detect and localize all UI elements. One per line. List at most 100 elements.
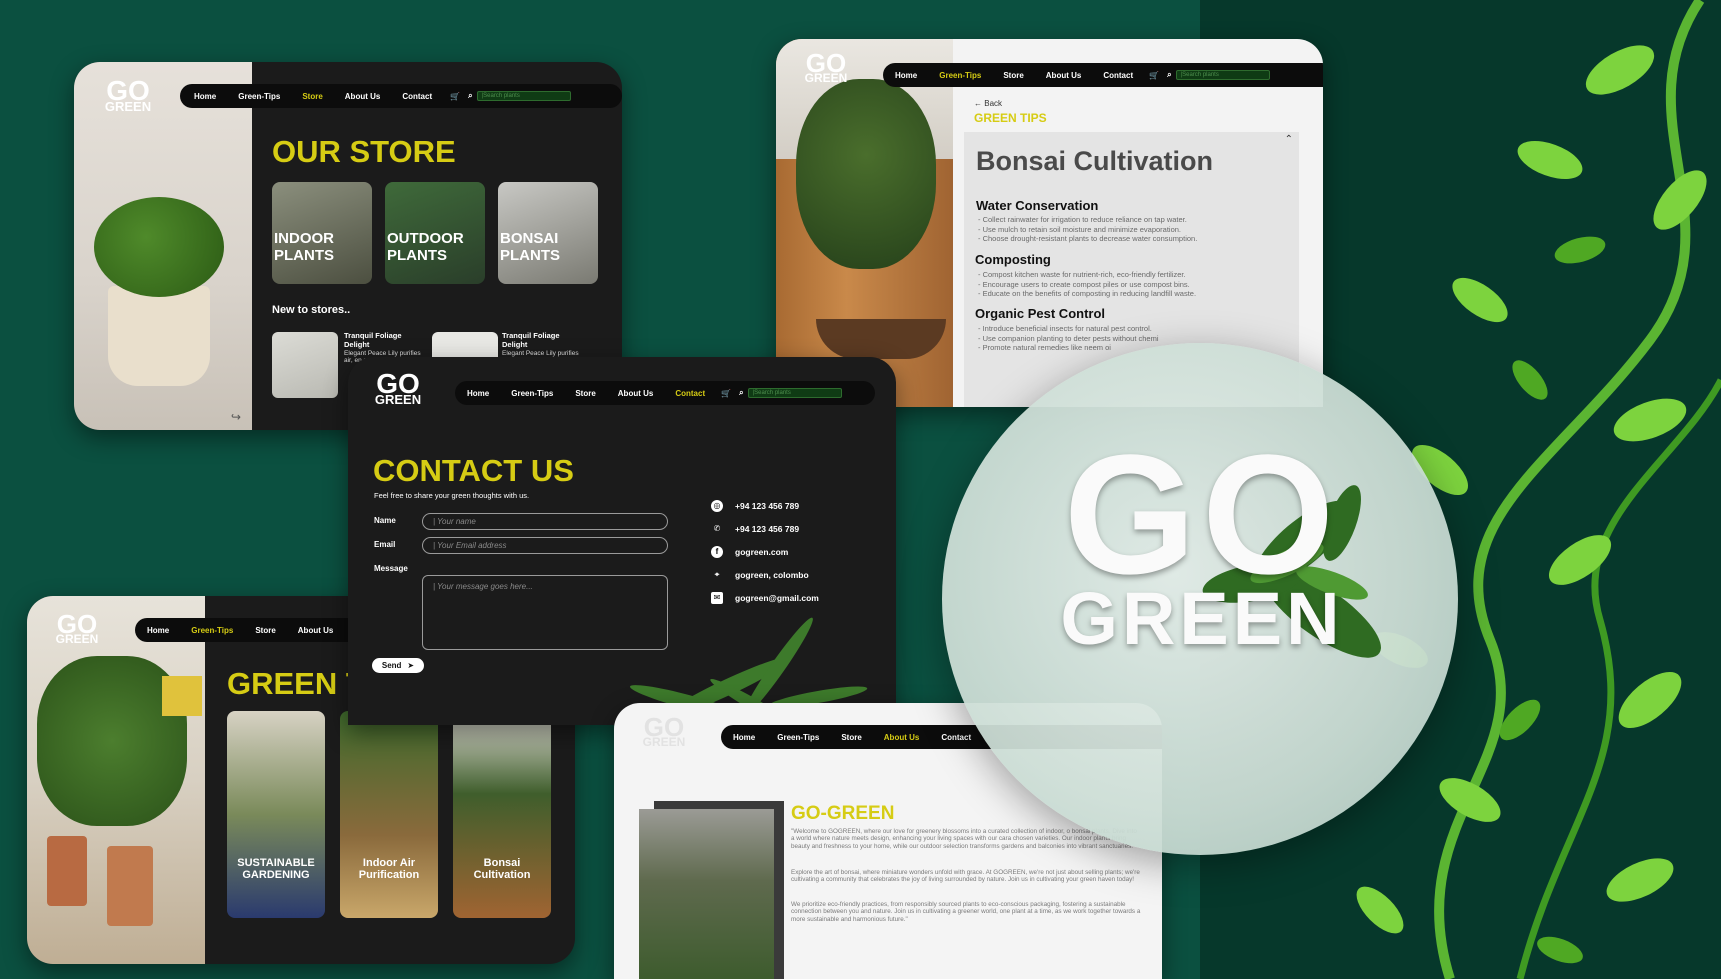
contact-info-location[interactable]: ⌖ gogreen, colombo	[711, 569, 809, 581]
store-navbar: Home Green-Tips Store About Us Contact 🛒…	[180, 84, 622, 108]
cart-icon[interactable]: 🛒	[450, 92, 460, 101]
email-label: Email	[374, 540, 396, 549]
logo[interactable]: GO GREEN	[98, 76, 158, 113]
nav-store[interactable]: Store	[841, 733, 861, 742]
search-input[interactable]: |Search plants	[747, 388, 842, 398]
contact-navbar: Home Green-Tips Store About Us Contact 🛒…	[455, 381, 875, 405]
nav-store[interactable]: Store	[1003, 71, 1023, 80]
bullet: - Use mulch to retain soil moisture and …	[978, 224, 1182, 234]
send-button[interactable]: Send ➤	[372, 658, 424, 673]
logo[interactable]: GO GREEN	[636, 714, 692, 747]
plant-pot	[108, 286, 210, 386]
nav-home[interactable]: Home	[194, 92, 216, 101]
bullet: - Educate on the benefits of composting …	[978, 289, 1197, 298]
product-name[interactable]: Tranquil Foliage Delight	[344, 331, 414, 349]
big-logo-top: GO	[1063, 420, 1341, 610]
back-label: Back	[984, 99, 1003, 108]
section-heading: Composting	[975, 252, 1051, 267]
nav-contact[interactable]: Contact	[402, 92, 432, 101]
nav-home[interactable]: Home	[733, 733, 755, 742]
contact-info-phone[interactable]: ✆ +94 123 456 789	[711, 523, 799, 535]
search-icon[interactable]: ⌕	[1167, 70, 1171, 80]
tip-card-sustainable-gardening[interactable]: SUSTAINABLE GARDENING	[227, 711, 325, 918]
contact-info-text: +94 123 456 789	[735, 524, 800, 534]
nav-store[interactable]: Store	[255, 626, 275, 635]
product-name[interactable]: Tranquil Foliage Delight	[502, 331, 572, 349]
whatsapp-icon: ◎	[711, 500, 723, 512]
bullet: - Introduce beneficial insects for natur…	[978, 324, 1152, 333]
search-icon[interactable]: ⌕	[739, 388, 743, 398]
send-arrow-icon: ➤	[407, 661, 415, 670]
nav-contact[interactable]: Contact	[675, 389, 705, 398]
logo[interactable]: GO GREEN	[49, 611, 105, 644]
tile-indoor-plants[interactable]: INDOOR PLANTS	[272, 182, 372, 284]
bullet-list: - Introduce beneficial insects for natur…	[978, 324, 1159, 353]
logo[interactable]: GO GREEN	[370, 369, 426, 406]
name-field[interactable]: | Your name	[422, 513, 668, 530]
name-label: Name	[374, 516, 396, 525]
nav-store[interactable]: Store	[575, 389, 595, 398]
send-label: Send	[381, 661, 402, 670]
facebook-icon: f	[711, 546, 723, 558]
tips-list-title: GREEN T	[227, 666, 365, 701]
bullet-list: - Collect rainwater for irrigation to re…	[978, 215, 1197, 244]
section-heading: Water Conservation	[976, 198, 1099, 213]
store-hero-photo: ↪	[74, 62, 252, 430]
bonsai-pot	[816, 319, 946, 359]
bullet-list: - Compost kitchen waste for nutrient-ric…	[978, 270, 1196, 299]
contact-info-email[interactable]: ✉ gogreen@gmail.com	[711, 592, 819, 604]
store-title: OUR STORE	[272, 134, 456, 169]
nav-about-us[interactable]: About Us	[884, 733, 920, 742]
tile-outdoor-plants[interactable]: OUTDOOR PLANTS	[385, 182, 485, 284]
nav-about-us[interactable]: About Us	[298, 626, 334, 635]
tile-bonsai-plants[interactable]: BONSAI PLANTS	[498, 182, 598, 284]
search-input[interactable]: |Search plants	[476, 91, 571, 101]
pot	[107, 846, 153, 926]
nav-about-us[interactable]: About Us	[618, 389, 654, 398]
nav-green-tips[interactable]: Green-Tips	[191, 626, 233, 635]
tip-card-indoor-air-purification[interactable]: Indoor Air Purification	[340, 711, 438, 918]
bullet: - Choose drought-resistant plants to dec…	[978, 234, 1198, 243]
cabinet	[162, 676, 202, 716]
nav-contact[interactable]: Contact	[1103, 71, 1133, 80]
nav-home[interactable]: Home	[467, 389, 489, 398]
bonsai-photo	[776, 39, 953, 407]
about-paragraph: "Welcome to GOGREEN, where our love for …	[791, 828, 1137, 850]
nav-about-us[interactable]: About Us	[1046, 71, 1082, 80]
product-image[interactable]	[272, 332, 338, 398]
cart-icon[interactable]: 🛒	[1149, 71, 1159, 80]
mail-icon: ✉	[711, 592, 723, 604]
contact-info-whatsapp[interactable]: ◎ +94 123 456 789	[711, 500, 799, 512]
nav-contact[interactable]: Contact	[941, 733, 971, 742]
email-field[interactable]: | Your Email address	[422, 537, 668, 554]
search-input[interactable]: |Search plants	[1175, 70, 1270, 80]
contact-info-text: gogreen.com	[735, 547, 789, 557]
contact-page-card: GO GREEN Home Green-Tips Store About Us …	[348, 357, 896, 725]
bullet: - Compost kitchen waste for nutrient-ric…	[978, 270, 1186, 279]
tips-title: Bonsai Cultivation	[976, 146, 1214, 176]
collapse-icon[interactable]: ⌃	[1285, 134, 1293, 145]
share-arrow-icon[interactable]: ↪	[231, 410, 241, 424]
contact-info-text: +94 123 456 789	[735, 501, 800, 511]
tip-card-bonsai-cultivation[interactable]: Bonsai Cultivation	[453, 711, 551, 918]
search-icon[interactable]: ⌕	[468, 91, 472, 101]
nav-green-tips[interactable]: Green-Tips	[777, 733, 819, 742]
contact-info-facebook[interactable]: f gogreen.com	[711, 546, 788, 558]
nav-green-tips[interactable]: Green-Tips	[939, 71, 981, 80]
nav-home[interactable]: Home	[895, 71, 917, 80]
contact-title: CONTACT US	[373, 453, 574, 488]
section-heading: Organic Pest Control	[975, 306, 1106, 321]
nav-store[interactable]: Store	[302, 92, 322, 101]
logo[interactable]: GO GREEN	[798, 50, 854, 83]
nav-green-tips[interactable]: Green-Tips	[238, 92, 280, 101]
location-icon: ⌖	[714, 570, 720, 579]
about-photo	[639, 809, 774, 979]
nav-green-tips[interactable]: Green-Tips	[511, 389, 553, 398]
contact-info-text: gogreen, colombo	[735, 570, 809, 580]
product-desc: Elegant Peace Lily purifies	[502, 350, 579, 357]
plant-foliage	[94, 197, 224, 297]
cart-icon[interactable]: 🛒	[721, 389, 731, 398]
back-link[interactable]: ← Back	[974, 99, 1002, 108]
nav-home[interactable]: Home	[147, 626, 169, 635]
nav-about-us[interactable]: About Us	[345, 92, 381, 101]
